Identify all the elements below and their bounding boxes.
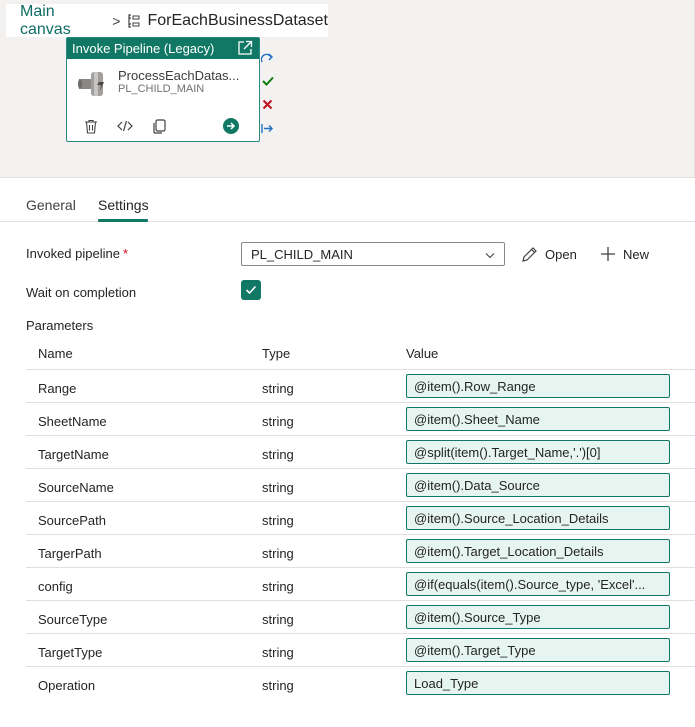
plus-icon: [601, 247, 615, 261]
open-pipeline-button[interactable]: Open: [521, 246, 577, 263]
pencil-icon: [522, 247, 537, 262]
parameter-type: string: [262, 414, 294, 429]
tab-settings[interactable]: Settings: [98, 197, 149, 213]
copy-icon[interactable]: [151, 118, 167, 134]
activity-card[interactable]: Invoke Pipeline (Legacy) ProcessEachData…: [66, 37, 260, 142]
parameter-type: string: [262, 447, 294, 462]
column-header-name: Name: [38, 346, 73, 361]
parameter-value-field[interactable]: @item().Data_Source: [406, 473, 670, 497]
table-row: Range string @item().Row_Range: [26, 369, 695, 402]
table-row: config string @if(equals(item().Source_typ…: [26, 567, 695, 600]
activity-card-header: Invoke Pipeline (Legacy): [67, 38, 259, 59]
table-row: TargerPath string @item().Target_Location_…: [26, 534, 695, 567]
active-tab-indicator: [98, 219, 148, 222]
parameter-value-field[interactable]: @if(equals(item().Source_type, 'Excel'..…: [406, 572, 670, 596]
parameter-name: SheetName: [38, 414, 107, 429]
parameter-name: Operation: [38, 678, 96, 693]
parameter-name: SourceName: [38, 480, 114, 495]
invoked-pipeline-select[interactable]: PL_CHILD_MAIN: [241, 242, 505, 266]
parameter-name: TargetName: [38, 447, 109, 462]
skip-icon[interactable]: [261, 52, 274, 65]
success-check-icon[interactable]: [261, 74, 274, 87]
parameter-value-field[interactable]: @item().Row_Range: [406, 374, 670, 398]
parameter-type: string: [262, 513, 294, 528]
properties-tabs: General Settings: [0, 192, 695, 222]
table-row: Operation string Load_Type: [26, 666, 695, 699]
parameter-name: Range: [38, 381, 77, 396]
parameter-value-field[interactable]: @item().Target_Type: [406, 638, 670, 662]
completion-arrow-icon[interactable]: [261, 122, 274, 135]
external-link-icon[interactable]: [237, 40, 253, 56]
parameter-type: string: [262, 645, 294, 660]
parameter-value-field[interactable]: @split(item().Target_Name,'.')[0]: [406, 440, 670, 464]
parameters-label: Parameters: [26, 318, 94, 333]
code-icon[interactable]: [117, 118, 133, 134]
wait-on-completion-label: Wait on completion: [26, 285, 137, 300]
parameter-type: string: [262, 579, 294, 594]
table-row: SourceName string @item().Data_Source: [26, 468, 695, 501]
column-header-type: Type: [262, 346, 291, 361]
table-row: TargetName string @split(item().Target_Nam…: [26, 435, 695, 468]
pipeline-icon: [78, 72, 104, 96]
breadcrumb-main-canvas[interactable]: Main canvas: [20, 3, 102, 39]
parameter-name: SourcePath: [38, 513, 106, 528]
foreach-icon: [128, 13, 141, 28]
failure-x-icon[interactable]: [261, 98, 274, 111]
breadcrumb: Main canvas > ForEachBusinessDataset: [6, 3, 328, 39]
activity-type-label: Invoke Pipeline (Legacy): [72, 41, 215, 56]
parameter-value-field[interactable]: @item().Target_Location_Details: [406, 539, 670, 563]
parameter-name: TargetType: [38, 645, 103, 660]
invoked-pipeline-label: Invoked pipeline *: [26, 246, 129, 261]
parameter-value-field[interactable]: Load_Type: [406, 671, 670, 695]
parameter-type: string: [262, 678, 294, 693]
delete-icon[interactable]: [83, 118, 99, 134]
chevron-down-icon: [485, 253, 495, 259]
parameter-type: string: [262, 480, 294, 495]
parameter-value-field[interactable]: @item().Source_Location_Details: [406, 506, 670, 530]
activity-pipeline: PL_CHILD_MAIN: [118, 83, 205, 95]
required-marker: *: [122, 246, 129, 261]
parameter-type: string: [262, 612, 294, 627]
table-row: SourceType string @item().Source_Type: [26, 600, 695, 633]
wait-on-completion-checkbox[interactable]: [241, 280, 261, 300]
column-header-value: Value: [406, 346, 439, 361]
new-pipeline-button[interactable]: New: [600, 246, 649, 262]
parameter-type: string: [262, 546, 294, 561]
parameter-name: TargerPath: [38, 546, 102, 561]
parameter-value-field[interactable]: @item().Source_Type: [406, 605, 670, 629]
tab-general[interactable]: General: [26, 197, 76, 213]
parameter-value-field[interactable]: @item().Sheet_Name: [406, 407, 670, 431]
parameter-name: config: [38, 579, 73, 594]
parameter-type: string: [262, 381, 294, 396]
breadcrumb-separator: >: [112, 12, 121, 29]
activity-name: ProcessEachDatas...: [118, 68, 240, 83]
table-row: TargetType string @item().Target_Type: [26, 633, 695, 666]
checkmark-icon: [245, 285, 257, 295]
table-row: SheetName string @item().Sheet_Name: [26, 402, 695, 435]
go-arrow-icon[interactable]: [223, 118, 239, 134]
table-row: SourcePath string @item().Source_Location_…: [26, 501, 695, 534]
parameter-name: SourceType: [38, 612, 108, 627]
breadcrumb-current: ForEachBusinessDataset: [147, 11, 328, 29]
invoked-pipeline-value: PL_CHILD_MAIN: [251, 246, 353, 262]
